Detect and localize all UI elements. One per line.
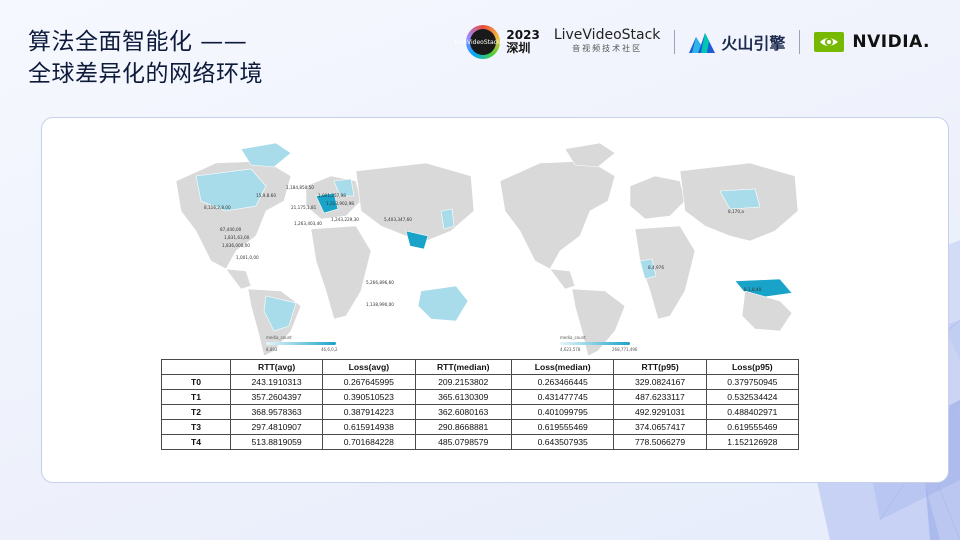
- table-cell: 0.431477745: [510, 389, 615, 405]
- map-table-figure: 8,116,2,8.00 15,9,8.60 1,184,850.50 21,175,…: [148, 141, 812, 457]
- left-map-label: 1,313,902,98: [326, 201, 354, 206]
- world-maps: 8,116,2,8.00 15,9,8.60 1,184,850.50 21,175,…: [148, 141, 812, 359]
- conference-logo: LiveVideoStackCon 2023 深圳: [455, 25, 540, 59]
- livevideostack-tagline: 音视频技术社区: [572, 44, 643, 53]
- table-cell: 209.2153802: [414, 374, 512, 390]
- table-cell: 0.701684228: [322, 434, 416, 450]
- title-line-2: 全球差异化的网络环境: [28, 61, 263, 87]
- table-cell: 0.643507935: [510, 434, 615, 450]
- volcano-engine-name: 火山引擎: [721, 34, 786, 53]
- table-cell: T1: [161, 389, 231, 405]
- table-cell: 368.9578363: [229, 404, 324, 420]
- left-map-label: 1,184,850.50: [286, 185, 314, 190]
- scale-bar-right: [560, 342, 630, 345]
- table-cell: 492.9291031: [613, 404, 707, 420]
- table-cell: 329.0824167: [613, 374, 707, 390]
- left-map-label: 87,440,00: [220, 227, 242, 232]
- left-map-label: 5,403,347,60: [384, 217, 412, 222]
- left-map-label: 15,9,8.60: [256, 193, 276, 198]
- header-logos: LiveVideoStackCon 2023 深圳 LiveVideoStack…: [455, 22, 930, 62]
- table-row: T0 243.1910313 0.267645995 209.2153802 0.263…: [161, 374, 800, 390]
- table-cell: 0.387914223: [322, 404, 416, 420]
- scale-legend-left: media_count 8,893 46,6,0,2: [266, 335, 338, 352]
- conference-badge-icon: LiveVideoStackCon: [455, 25, 512, 59]
- table-cell: 0.619555469: [705, 419, 800, 435]
- table-row: T1 357.2604397 0.390510523 365.6130309 0.431…: [161, 389, 800, 405]
- left-map-label: 1,001,0,00: [236, 255, 259, 260]
- table-cell: 290.8668881: [414, 419, 512, 435]
- table-cell: 243.1910313: [229, 374, 324, 390]
- table-cell: 0.390510523: [322, 389, 416, 405]
- table-cell: 0.401099795: [510, 404, 615, 420]
- table-cell: T3: [161, 419, 231, 435]
- left-map-label: 1,001,257,98: [318, 193, 346, 198]
- table-cell: 0.488402971: [705, 404, 800, 420]
- nvidia-logo: NVIDIA.: [814, 32, 930, 52]
- conference-badge-text: LiveVideoStackCon: [455, 29, 512, 55]
- network-stats-table: RTT(avg) Loss(avg) RTT(median) Loss(median)…: [161, 359, 800, 450]
- table-cell: 0.267645995: [322, 374, 416, 390]
- table-cell: T2: [161, 404, 231, 420]
- table-cell: 0.263466445: [510, 374, 615, 390]
- table-cell: 374.0657417: [613, 419, 707, 435]
- table-cell: 487.6233117: [613, 389, 707, 405]
- volcano-icon: [689, 33, 716, 53]
- left-map-label: 5,266,896,60: [366, 280, 394, 285]
- table-header-cell: [161, 359, 231, 375]
- title-line-1: 算法全面智能化 ——: [28, 29, 248, 55]
- table-cell: 0.379750945: [705, 374, 800, 390]
- table-header-row: RTT(avg) Loss(avg) RTT(median) Loss(median)…: [161, 359, 800, 375]
- left-map-label: 1,836,000,00: [222, 243, 250, 248]
- table-cell: T0: [161, 374, 231, 390]
- nvidia-eye-icon: [814, 32, 845, 52]
- table-cell: 1.152126928: [705, 434, 800, 450]
- table-header-cell: RTT(median): [414, 359, 512, 375]
- world-map-right: 8,170,a 8,4,976 8,1,8,40 media_count 4,623…: [499, 142, 799, 357]
- right-map-label: 8,4,976: [648, 265, 664, 270]
- left-map-label: 8,116,2,8.00: [204, 205, 231, 210]
- table-cell: 0.615914938: [322, 419, 416, 435]
- scale-min-right: 4,623,578: [560, 347, 581, 352]
- table-row: T2 368.9578363 0.387914223 362.6080163 0.401…: [161, 404, 800, 420]
- left-map-label: 1,831,63,00: [224, 235, 250, 240]
- table-header-cell: RTT(p95): [613, 359, 707, 375]
- table-header-cell: RTT(avg): [229, 359, 324, 375]
- nvidia-name: NVIDIA.: [852, 32, 930, 52]
- logo-divider: [799, 30, 801, 54]
- scale-min-left: 8,893: [266, 347, 278, 352]
- world-map-left: 8,116,2,8.00 15,9,8.60 1,184,850.50 21,175,…: [175, 142, 475, 357]
- table-cell: 0.532534424: [705, 389, 800, 405]
- table-cell: 0.619555469: [510, 419, 615, 435]
- conference-city: 深圳: [506, 41, 531, 55]
- table-cell: 297.4810907: [229, 419, 324, 435]
- left-map-label: 21,175,1,81: [291, 205, 317, 210]
- left-map-label: 1,263,403,40: [294, 221, 322, 226]
- scale-title-right: media_count: [560, 335, 586, 340]
- table-cell: 513.8819059: [229, 434, 324, 450]
- logo-divider: [674, 30, 676, 54]
- scale-bar-left: [266, 342, 336, 345]
- table-cell: 778.5066279: [613, 434, 707, 450]
- table-cell: 485.0798579: [414, 434, 512, 450]
- table-header-cell: Loss(avg): [322, 359, 416, 375]
- left-map-label: 1,243,229,30: [331, 217, 359, 222]
- scale-title-left: media_count: [266, 335, 292, 340]
- livevideostack-name: LiveVideoStack: [553, 27, 661, 43]
- table-cell: 365.6130309: [414, 389, 512, 405]
- left-map-label: 1,138,990,00: [366, 302, 394, 307]
- right-map-label: 8,170,a: [728, 209, 744, 214]
- right-map-label: 8,1,8,40: [744, 287, 762, 292]
- table-cell: T4: [161, 434, 231, 450]
- table-row: T3 297.4810907 0.615914938 290.8668881 0.619…: [161, 419, 800, 435]
- volcano-engine-logo: 火山引擎: [689, 30, 785, 54]
- scale-max-left: 46,6,0,2: [321, 347, 338, 352]
- slide-title: 算法全面智能化 —— 全球差异化的网络环境: [28, 26, 263, 90]
- table-header-cell: Loss(median): [510, 359, 615, 375]
- table-row: T4 513.8819059 0.701684228 485.0798579 0.643…: [161, 434, 800, 450]
- table-header-cell: Loss(p95): [705, 359, 800, 375]
- table-cell: 362.6080163: [414, 404, 512, 420]
- livevideostack-logo: LiveVideoStack 音视频技术社区: [554, 28, 661, 56]
- table-cell: 357.2604397: [229, 389, 324, 405]
- scale-max-right: 268,771,496: [612, 347, 638, 352]
